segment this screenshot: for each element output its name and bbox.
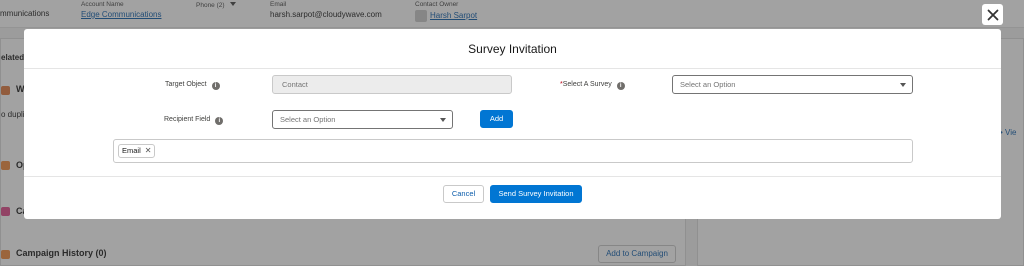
close-button[interactable] [982, 4, 1003, 25]
survey-select[interactable]: Select an Option [672, 75, 913, 94]
close-icon [987, 9, 998, 20]
target-object-label-group: Target Object i [165, 80, 220, 90]
modal-body: Target Object i Contact *Select A Survey i… [24, 70, 1001, 176]
info-icon[interactable]: i [215, 117, 224, 125]
target-object-field: Contact [272, 75, 512, 94]
recipient-field-label-group: Recipient Field i [164, 115, 224, 125]
send-survey-invitation-button[interactable]: Send Survey Invitation [490, 185, 582, 203]
chevron-down-icon [440, 118, 446, 122]
info-icon[interactable]: i [616, 82, 625, 90]
recipient-field-select[interactable]: Select an Option [272, 110, 453, 129]
recipient-field-label: Recipient Field [164, 116, 211, 123]
pill-email: Email ✕ [118, 144, 156, 158]
close-icon[interactable]: ✕ [145, 145, 152, 157]
pill-label: Email [122, 146, 141, 155]
modal-header: Survey Invitation [24, 29, 1001, 69]
modal-title: Survey Invitation [468, 41, 557, 56]
survey-invitation-modal: Survey Invitation Target Object i Contact… [24, 29, 1001, 219]
selected-fields-box[interactable]: Email ✕ [113, 139, 913, 163]
chevron-down-icon [900, 83, 906, 87]
select-survey-label: Select A Survey [562, 81, 612, 88]
select-survey-label-group: *Select A Survey i [560, 80, 625, 90]
modal-footer: Cancel Send Survey Invitation [24, 176, 1001, 219]
survey-select-placeholder: Select an Option [680, 80, 736, 89]
cancel-button[interactable]: Cancel [443, 185, 484, 203]
info-icon[interactable]: i [211, 82, 220, 90]
add-button[interactable]: Add [480, 110, 513, 128]
target-object-label: Target Object [165, 81, 207, 88]
recipient-field-placeholder: Select an Option [280, 115, 336, 124]
